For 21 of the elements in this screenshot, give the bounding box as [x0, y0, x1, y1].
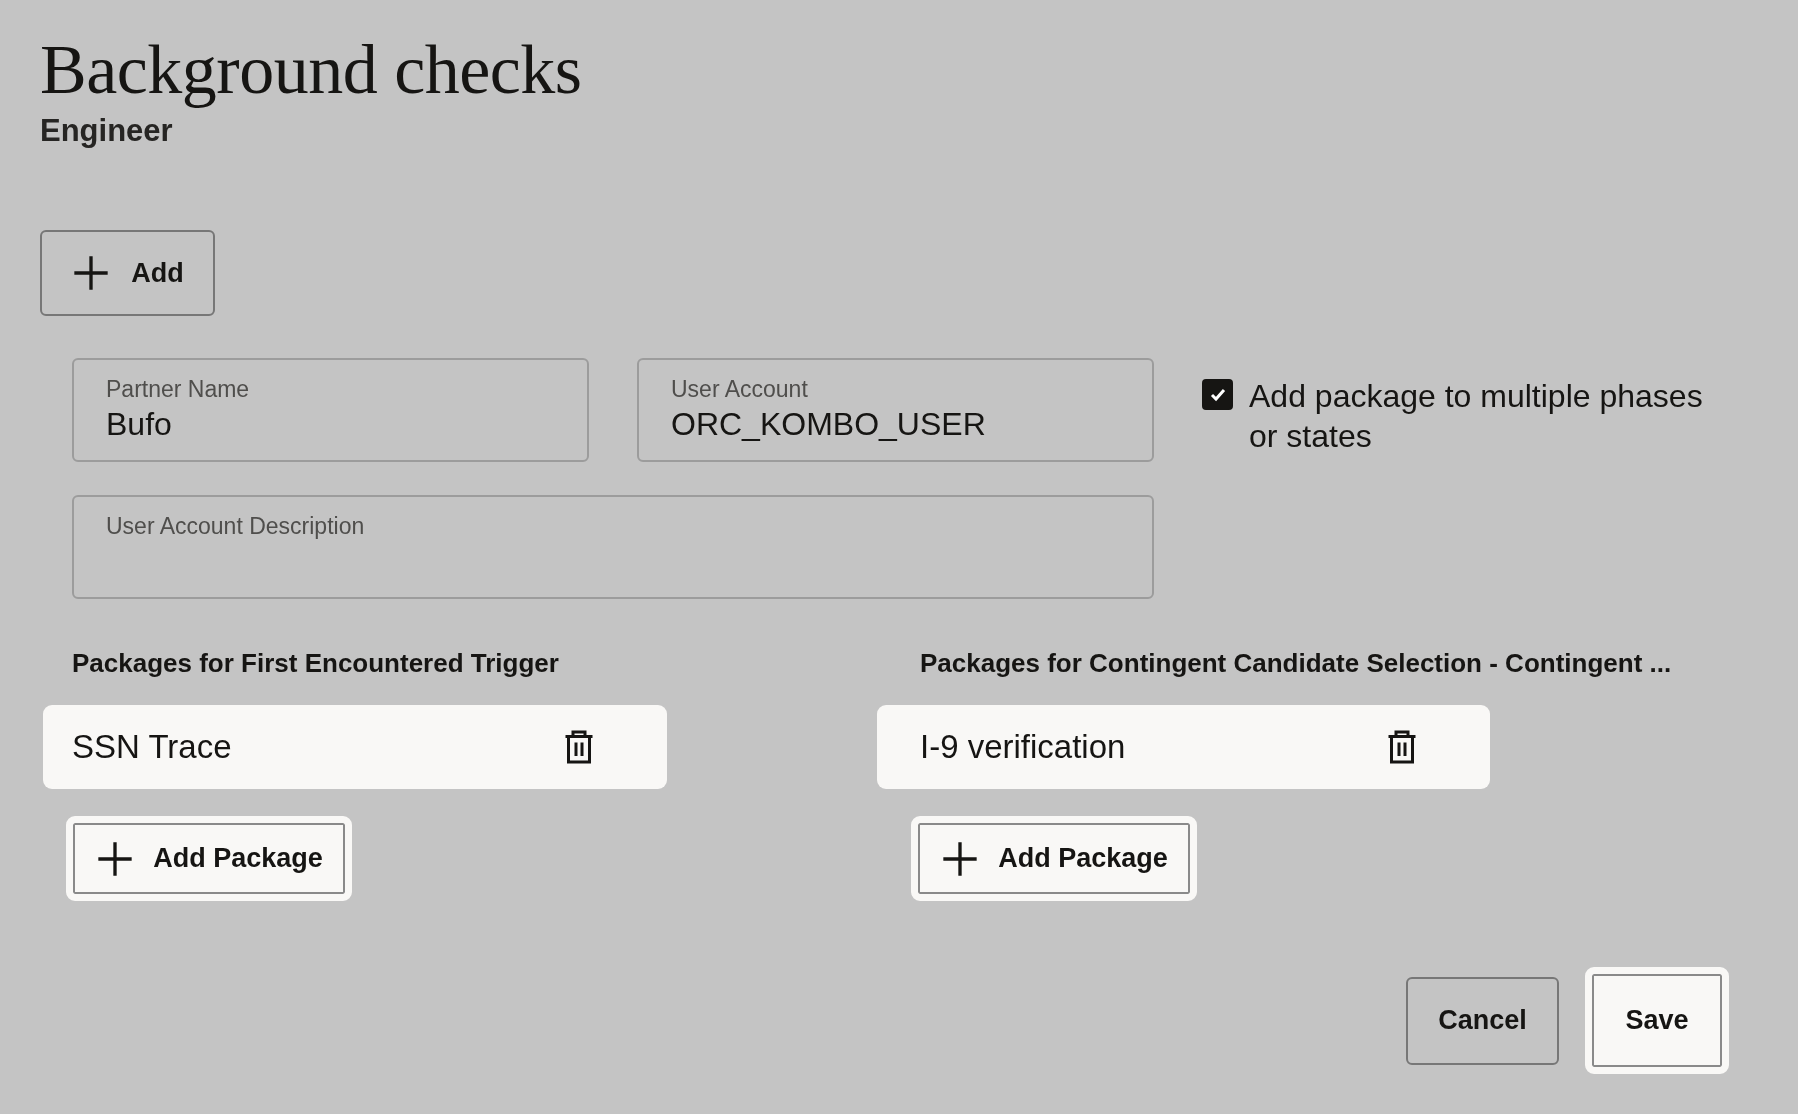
- field-value: Bufo: [106, 405, 173, 444]
- field-label: Partner Name: [106, 375, 251, 404]
- text-field[interactable]: User Account Description: [72, 495, 1154, 599]
- section-heading: Packages for Contingent Candidate Selection - Contingent ...: [920, 647, 1673, 680]
- field-value: ORC_KOMBO_USER: [671, 405, 987, 444]
- text-field[interactable]: Partner Name Bufo: [72, 358, 589, 462]
- add-package-button[interactable]: Add Package: [66, 816, 352, 901]
- checkbox[interactable]: [1202, 379, 1233, 410]
- page-subtitle: Engineer: [40, 113, 174, 149]
- package-name: I-9 verification: [920, 728, 1126, 766]
- text-field[interactable]: User Account ORC_KOMBO_USER: [637, 358, 1154, 462]
- field-label: User Account Description: [106, 512, 366, 541]
- package-name: SSN Trace: [72, 728, 232, 766]
- cancel-button[interactable]: Cancel: [1406, 976, 1559, 1065]
- add-package-button[interactable]: Add Package: [911, 816, 1197, 901]
- page-title: Background checks: [40, 30, 583, 110]
- checkbox-label: Add package to multiple phases or states: [1249, 377, 1704, 456]
- section-heading: Packages for First Encountered Trigger: [72, 647, 560, 680]
- save-button[interactable]: Save: [1585, 967, 1729, 1074]
- field-label: User Account: [671, 375, 809, 404]
- add-button[interactable]: Add: [40, 230, 215, 316]
